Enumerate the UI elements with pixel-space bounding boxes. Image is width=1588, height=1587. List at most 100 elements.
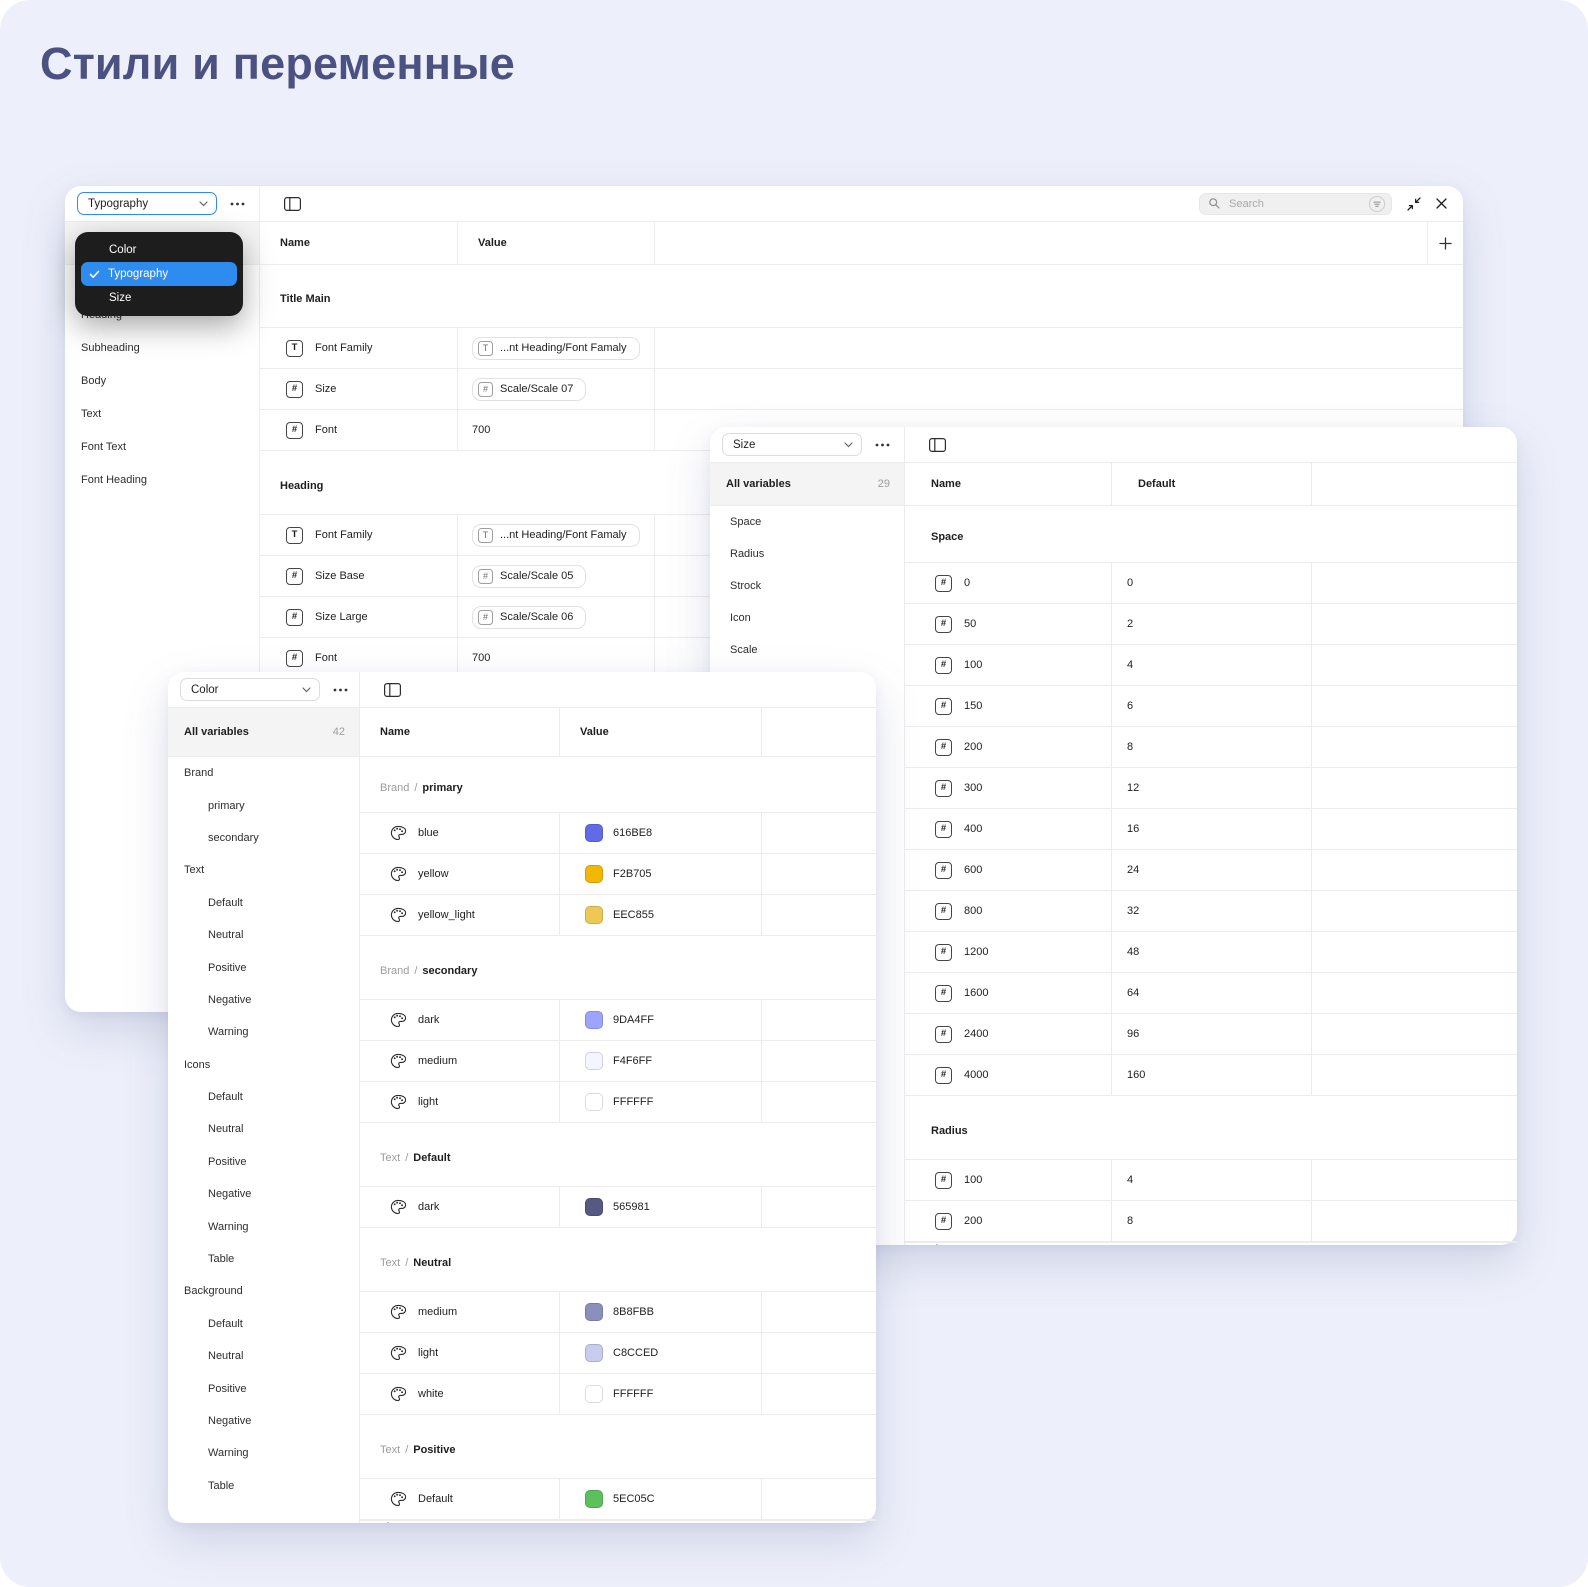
- color-swatch[interactable]: [585, 824, 603, 842]
- variable-value[interactable]: 4: [1127, 1174, 1133, 1186]
- color-hex[interactable]: FFFFFF: [613, 1388, 653, 1400]
- color-hex[interactable]: F2B705: [613, 868, 652, 880]
- color-swatch[interactable]: [585, 1344, 603, 1362]
- variable-row[interactable]: Default 5EC05C: [360, 1479, 876, 1520]
- color-swatch[interactable]: [585, 1198, 603, 1216]
- sidebar-item-bg-default[interactable]: Default: [168, 1308, 359, 1340]
- create-variable-button[interactable]: Create variable: [905, 1242, 1517, 1245]
- variable-row[interactable]: #400 16: [905, 809, 1517, 850]
- variable-value[interactable]: 160: [1127, 1069, 1145, 1081]
- variable-value[interactable]: 96: [1127, 1028, 1139, 1040]
- variable-row[interactable]: #2400 96: [905, 1014, 1517, 1055]
- variable-row[interactable]: #0 0: [905, 563, 1517, 604]
- sidebar-item-background[interactable]: Background: [168, 1275, 359, 1307]
- all-variables-cell[interactable]: All variables 29: [710, 463, 904, 506]
- sidebar-item-radius[interactable]: Radius: [710, 538, 904, 570]
- color-hex[interactable]: 8B8FBB: [613, 1306, 654, 1318]
- color-hex[interactable]: FFFFFF: [613, 1096, 653, 1108]
- variable-value[interactable]: 4: [1127, 659, 1133, 671]
- add-variable-button[interactable]: [1428, 222, 1463, 264]
- sidebar-item-text-negative[interactable]: Negative: [168, 984, 359, 1016]
- variable-value[interactable]: 6: [1127, 700, 1133, 712]
- sidebar-item-bg-neutral[interactable]: Neutral: [168, 1340, 359, 1372]
- variable-row[interactable]: yellow F2B705: [360, 854, 876, 895]
- variable-row[interactable]: dark 565981: [360, 1187, 876, 1228]
- variable-value[interactable]: 12: [1127, 782, 1139, 794]
- sidebar-item-space[interactable]: Space: [710, 506, 904, 538]
- sidebar-item-text[interactable]: Text: [168, 854, 359, 886]
- all-variables-cell[interactable]: All variables 42: [168, 708, 359, 757]
- variable-alias-pill[interactable]: T ...nt Heading/Font Famaly: [472, 336, 640, 360]
- toggle-sidebar-button[interactable]: [284, 196, 301, 211]
- variable-value[interactable]: 8: [1127, 741, 1133, 753]
- sidebar-item-bg-negative[interactable]: Negative: [168, 1405, 359, 1437]
- variable-value[interactable]: 2: [1127, 618, 1133, 630]
- variable-value[interactable]: 700: [472, 652, 490, 664]
- variable-row[interactable]: dark 9DA4FF: [360, 1000, 876, 1041]
- sidebar-item-icon[interactable]: Icon: [710, 602, 904, 634]
- variable-row[interactable]: blue 616BE8: [360, 813, 876, 854]
- variable-value[interactable]: 32: [1127, 905, 1139, 917]
- color-swatch[interactable]: [585, 1052, 603, 1070]
- color-swatch[interactable]: [585, 1385, 603, 1403]
- variable-row[interactable]: light C8CCED: [360, 1333, 876, 1374]
- color-swatch[interactable]: [585, 1011, 603, 1029]
- sidebar-item-icons-negative[interactable]: Negative: [168, 1178, 359, 1210]
- collection-select-size[interactable]: Size: [722, 433, 862, 456]
- sidebar-item-bg-warning[interactable]: Warning: [168, 1437, 359, 1469]
- sidebar-item-icons-positive[interactable]: Positive: [168, 1146, 359, 1178]
- sidebar-item-scale[interactable]: Scale: [710, 634, 904, 666]
- menu-item-typography[interactable]: Typography: [81, 262, 237, 286]
- color-hex[interactable]: 9DA4FF: [613, 1014, 654, 1026]
- variable-row[interactable]: #200 8: [905, 727, 1517, 768]
- variable-alias-pill[interactable]: # Scale/Scale 06: [472, 605, 587, 629]
- variable-row[interactable]: #200 8: [905, 1201, 1517, 1242]
- sidebar-item-icons-default[interactable]: Default: [168, 1081, 359, 1113]
- sidebar-item-text-default[interactable]: Default: [168, 887, 359, 919]
- sidebar-item-bg-positive[interactable]: Positive: [168, 1372, 359, 1404]
- variable-value[interactable]: 700: [472, 424, 490, 436]
- sidebar-item-text-warning[interactable]: Warning: [168, 1016, 359, 1048]
- color-swatch[interactable]: [585, 865, 603, 883]
- variable-row[interactable]: #1600 64: [905, 973, 1517, 1014]
- toggle-sidebar-button[interactable]: [929, 437, 946, 452]
- sidebar-item-text-neutral[interactable]: Neutral: [168, 919, 359, 951]
- menu-item-color[interactable]: Color: [75, 238, 243, 262]
- collection-select-typography[interactable]: Typography: [77, 192, 217, 215]
- sidebar-item-secondary[interactable]: secondary: [168, 822, 359, 854]
- variable-value[interactable]: 48: [1127, 946, 1139, 958]
- variable-row[interactable]: #1200 48: [905, 932, 1517, 973]
- filter-icon[interactable]: [1368, 195, 1386, 213]
- color-swatch[interactable]: [585, 906, 603, 924]
- sidebar-item-brand[interactable]: Brand: [168, 757, 359, 789]
- variable-row[interactable]: light FFFFFF: [360, 1082, 876, 1123]
- more-menu-button[interactable]: [875, 443, 890, 447]
- variable-row[interactable]: medium 8B8FBB: [360, 1292, 876, 1333]
- more-menu-button[interactable]: [230, 202, 245, 206]
- sidebar-item-body[interactable]: Body: [65, 364, 259, 397]
- variable-value[interactable]: 16: [1127, 823, 1139, 835]
- variable-row[interactable]: #600 24: [905, 850, 1517, 891]
- sidebar-item-icons-table[interactable]: Table: [168, 1243, 359, 1275]
- variable-value[interactable]: 64: [1127, 987, 1139, 999]
- color-swatch[interactable]: [585, 1303, 603, 1321]
- collection-select-color[interactable]: Color: [180, 678, 320, 701]
- variable-alias-pill[interactable]: # Scale/Scale 05: [472, 564, 587, 588]
- search-field[interactable]: [1199, 192, 1392, 215]
- variable-row[interactable]: #150 6: [905, 686, 1517, 727]
- variable-row[interactable]: #100 4: [905, 1160, 1517, 1201]
- variable-row[interactable]: white FFFFFF: [360, 1374, 876, 1415]
- sidebar-item-primary[interactable]: primary: [168, 789, 359, 821]
- collapse-button[interactable]: [1406, 196, 1422, 212]
- sidebar-item-strock[interactable]: Strock: [710, 570, 904, 602]
- color-swatch[interactable]: [585, 1490, 603, 1508]
- variable-row[interactable]: T Font Family T ...nt Heading/Font Famaly: [260, 328, 1463, 369]
- more-menu-button[interactable]: [333, 688, 348, 692]
- menu-item-size[interactable]: Size: [75, 286, 243, 310]
- sidebar-item-font-text[interactable]: Font Text: [65, 430, 259, 463]
- variable-row[interactable]: #50 2: [905, 604, 1517, 645]
- variable-row[interactable]: yellow_light EEC855: [360, 895, 876, 936]
- sidebar-item-icons-warning[interactable]: Warning: [168, 1210, 359, 1242]
- variable-value[interactable]: 8: [1127, 1215, 1133, 1227]
- variable-row[interactable]: medium F4F6FF: [360, 1041, 876, 1082]
